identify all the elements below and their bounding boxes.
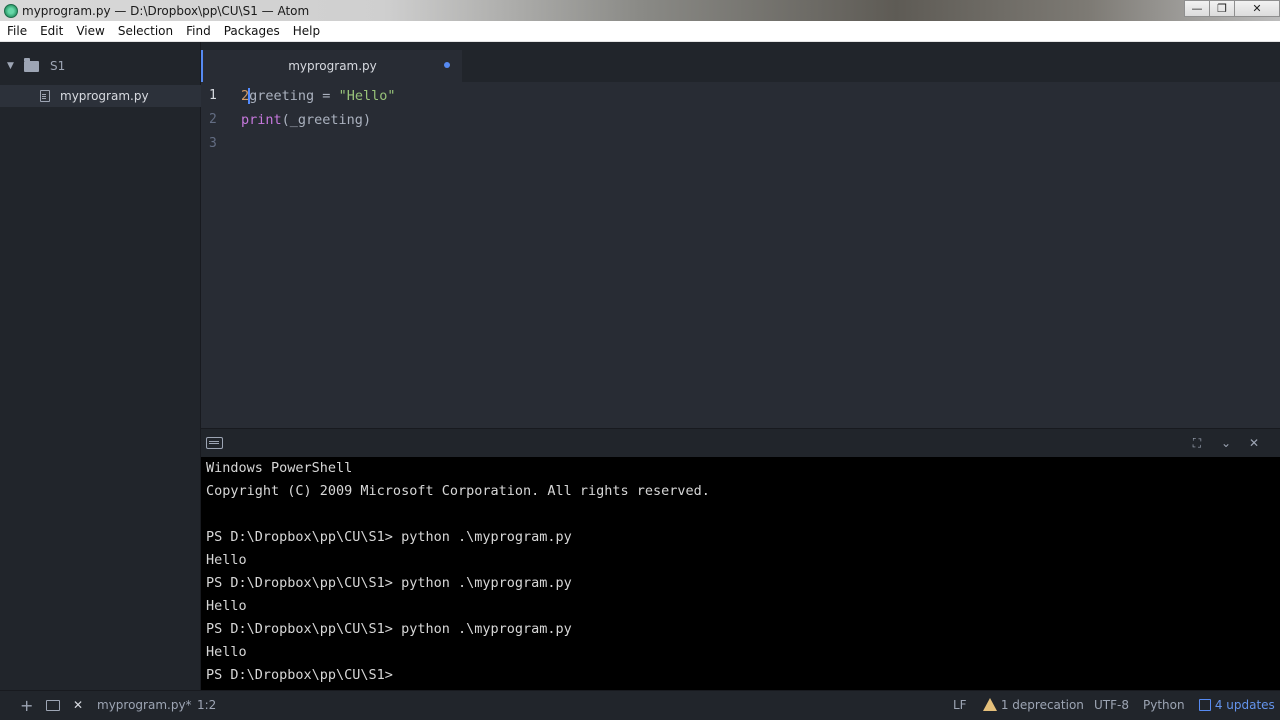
- file-text-icon: [40, 90, 50, 102]
- terminal-line: Hello: [206, 552, 247, 568]
- updates-badge[interactable]: 4 updates: [1199, 691, 1275, 720]
- modified-indicator-icon[interactable]: [444, 62, 450, 68]
- menu-packages[interactable]: Packages: [217, 21, 286, 42]
- close-terminal-icon[interactable]: ✕: [73, 691, 83, 720]
- window-controls: — ❐ ✕: [1184, 0, 1280, 18]
- code-token-paren: ): [362, 112, 372, 128]
- menu-selection[interactable]: Selection: [111, 21, 179, 42]
- cursor-position[interactable]: 1:2: [197, 691, 216, 720]
- terminal-line: Copyright (C) 2009 Microsoft Corporation…: [206, 483, 710, 499]
- code-token-variable: greeting: [249, 88, 315, 104]
- code-line[interactable]: print(_greeting): [241, 108, 371, 132]
- line-number: 2: [209, 112, 217, 127]
- tree-file-label: myprogram.py: [60, 89, 149, 103]
- maximize-panel-icon[interactable]: ⛶: [1189, 435, 1205, 451]
- add-terminal-icon[interactable]: +: [20, 691, 33, 720]
- menu-edit[interactable]: Edit: [33, 21, 69, 42]
- tab-label: myprogram.py: [288, 59, 377, 73]
- code-token-function: print: [241, 112, 282, 128]
- chevron-down-icon: ▼: [7, 61, 14, 71]
- menu-bar: File Edit View Selection Find Packages H…: [0, 21, 1280, 42]
- terminal-output[interactable]: Windows PowerShell Copyright (C) 2009 Mi…: [201, 457, 1280, 690]
- terminal-line: Windows PowerShell: [206, 460, 353, 476]
- folder-icon: [24, 57, 39, 72]
- line-number: 1: [209, 88, 217, 103]
- code-line[interactable]: 2greeting = "Hello": [241, 84, 395, 108]
- tree-root-label: S1: [50, 59, 66, 73]
- tab-bar: myprogram.py: [201, 42, 1280, 82]
- deprecation-count: 1 deprecation: [1000, 698, 1084, 712]
- status-file-name[interactable]: myprogram.py*: [97, 691, 192, 720]
- code-token-operator: =: [314, 88, 339, 104]
- package-icon: [1199, 699, 1211, 711]
- minimize-button[interactable]: —: [1184, 0, 1210, 17]
- atom-app-icon: [4, 3, 18, 18]
- code-token-paren: (: [281, 112, 290, 128]
- chevron-down-icon[interactable]: ⌄: [1218, 435, 1234, 451]
- maximize-button[interactable]: ❐: [1209, 0, 1235, 17]
- terminal-prompt[interactable]: PS D:\Dropbox\pp\CU\S1>: [206, 664, 1280, 687]
- tab-myprogram[interactable]: myprogram.py: [201, 50, 462, 82]
- menu-help[interactable]: Help: [286, 21, 326, 42]
- window-title-bar: myprogram.py — D:\Dropbox\pp\CU\S1 — Ato…: [0, 0, 1280, 21]
- code-editor[interactable]: 1 2 3 2greeting = "Hello" print(_greetin…: [201, 82, 1280, 428]
- code-token-string: "Hello": [338, 88, 396, 104]
- menu-file[interactable]: File: [0, 21, 33, 42]
- tree-file-item[interactable]: myprogram.py: [0, 85, 201, 107]
- menu-view[interactable]: View: [69, 21, 110, 42]
- encoding[interactable]: UTF-8: [1094, 691, 1129, 720]
- terminal-line: PS D:\Dropbox\pp\CU\S1> python .\myprogr…: [206, 621, 572, 637]
- line-number: 3: [209, 136, 217, 151]
- terminal-panel-header: ⛶ ⌄ ✕: [201, 428, 1280, 457]
- status-bar: + ✕ myprogram.py* 1:2 LF 1 deprecation U…: [0, 690, 1280, 720]
- terminal-line: PS D:\Dropbox\pp\CU\S1> python .\myprogr…: [206, 575, 572, 591]
- tree-view: ▼ S1 myprogram.py: [0, 42, 201, 690]
- window-title: myprogram.py — D:\Dropbox\pp\CU\S1 — Ato…: [22, 3, 310, 18]
- terminal-icon[interactable]: [206, 437, 223, 449]
- close-window-button[interactable]: ✕: [1234, 0, 1280, 17]
- terminal-line: Hello: [206, 644, 247, 660]
- tree-root-folder[interactable]: ▼ S1: [0, 54, 201, 78]
- close-icon[interactable]: ✕: [1246, 435, 1262, 451]
- terminal-line: Hello: [206, 598, 247, 614]
- line-ending[interactable]: LF: [953, 691, 967, 720]
- warning-icon: [983, 698, 997, 711]
- terminal-line: PS D:\Dropbox\pp\CU\S1> python .\myprogr…: [206, 529, 572, 545]
- deprecation-badge[interactable]: 1 deprecation: [983, 691, 1084, 720]
- grammar[interactable]: Python: [1143, 691, 1185, 720]
- terminal-tab-icon[interactable]: [46, 691, 60, 720]
- menu-find[interactable]: Find: [179, 21, 217, 42]
- code-token-variable: _greeting: [289, 112, 363, 128]
- updates-count: 4 updates: [1214, 698, 1275, 712]
